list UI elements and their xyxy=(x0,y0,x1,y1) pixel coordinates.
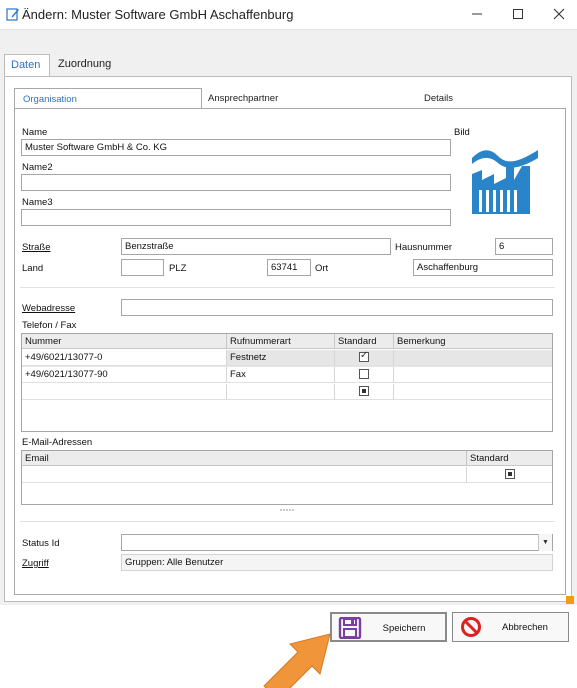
ort-field[interactable]: Aschaffenburg xyxy=(413,259,553,276)
cell-bemerkung[interactable] xyxy=(394,367,552,383)
standard-checkbox[interactable] xyxy=(359,386,369,396)
strasse-field[interactable]: Benzstraße xyxy=(121,238,391,255)
ort-label: Ort xyxy=(315,263,329,274)
table-row[interactable] xyxy=(22,467,552,484)
column-header-email[interactable]: Email xyxy=(22,451,467,466)
maximize-icon xyxy=(513,9,523,19)
separator xyxy=(20,521,555,522)
column-header-nummer[interactable]: Nummer xyxy=(22,334,227,349)
zugriff-label[interactable]: Zugriff xyxy=(22,558,49,569)
column-header-standard[interactable]: Standard xyxy=(467,451,552,466)
tab-ansprechpartner[interactable]: Ansprechpartner xyxy=(208,88,388,108)
standard-checkbox[interactable] xyxy=(505,469,515,479)
plz-label: PLZ xyxy=(169,263,187,274)
cancel-icon xyxy=(461,617,481,637)
cell-rufnummerart[interactable]: Fax xyxy=(227,367,335,383)
edit-icon xyxy=(6,8,19,21)
name-field[interactable]: Muster Software GmbH & Co. KG xyxy=(21,139,451,156)
standard-checkbox[interactable] xyxy=(359,369,369,379)
tab-zuordnung[interactable]: Zuordnung xyxy=(52,54,122,76)
maximize-button[interactable] xyxy=(500,2,536,26)
cell-standard[interactable] xyxy=(335,350,394,366)
save-icon xyxy=(338,617,362,639)
dropdown-button[interactable]: ▼ xyxy=(538,534,552,551)
name2-field[interactable] xyxy=(21,174,451,191)
webadresse-label[interactable]: Webadresse xyxy=(22,303,75,314)
strasse-label[interactable]: Straße xyxy=(22,242,51,253)
table-row[interactable] xyxy=(22,384,552,401)
land-field[interactable] xyxy=(121,259,164,276)
cell-nummer[interactable] xyxy=(22,384,227,400)
pointer-arrow-icon xyxy=(263,633,331,688)
cell-rufnummerart[interactable]: Festnetz xyxy=(227,350,335,366)
table-row[interactable]: +49/6021/13077-0 Festnetz xyxy=(22,350,552,367)
name3-field[interactable] xyxy=(21,209,451,226)
cell-bemerkung[interactable] xyxy=(394,350,552,366)
table-row[interactable]: +49/6021/13077-90 Fax xyxy=(22,367,552,384)
cancel-button-label: Abbrechen xyxy=(502,622,548,633)
status-label: Status Id xyxy=(22,538,60,549)
name2-label: Name2 xyxy=(22,162,53,173)
name3-label: Name3 xyxy=(22,197,53,208)
tab-organisation[interactable]: Organisation xyxy=(14,88,202,109)
resize-grip-icon[interactable] xyxy=(566,596,574,604)
cell-standard[interactable] xyxy=(467,467,552,483)
cell-nummer[interactable]: +49/6021/13077-0 xyxy=(22,350,227,366)
separator xyxy=(20,287,555,288)
splitter-grip-icon[interactable] xyxy=(280,508,294,512)
phone-table[interactable]: Nummer Rufnummerart Standard Bemerkung +… xyxy=(21,333,553,432)
status-dropdown[interactable] xyxy=(121,534,553,551)
land-label: Land xyxy=(22,263,44,274)
email-table-header: Email Standard xyxy=(22,451,552,466)
column-header-standard[interactable]: Standard xyxy=(335,334,394,349)
cell-nummer[interactable]: +49/6021/13077-90 xyxy=(22,367,227,383)
plz-field[interactable]: 63741 xyxy=(267,259,311,276)
name-label: Name xyxy=(22,127,48,138)
zugriff-field[interactable]: Gruppen: Alle Benutzer xyxy=(121,554,553,571)
cell-rufnummerart[interactable] xyxy=(227,384,335,400)
hausnummer-label: Hausnummer xyxy=(395,242,453,253)
standard-checkbox[interactable] xyxy=(359,350,369,362)
column-header-bemerkung[interactable]: Bemerkung xyxy=(394,334,552,349)
tab-daten[interactable]: Daten xyxy=(4,54,50,77)
cell-email[interactable] xyxy=(22,467,467,483)
email-label: E-Mail-Adressen xyxy=(22,437,93,448)
webadresse-field[interactable] xyxy=(121,299,553,316)
title-bar: Ändern: Muster Software GmbH Aschaffenbu… xyxy=(0,0,577,30)
email-table[interactable]: Email Standard xyxy=(21,450,553,505)
cancel-button[interactable]: Abbrechen xyxy=(452,612,569,642)
company-logo-image[interactable] xyxy=(468,146,542,216)
minimize-button[interactable] xyxy=(459,2,495,26)
bild-label: Bild xyxy=(454,127,470,138)
column-header-rufnummerart[interactable]: Rufnummerart xyxy=(227,334,335,349)
hausnummer-field[interactable]: 6 xyxy=(495,238,553,255)
cell-standard[interactable] xyxy=(335,367,394,383)
chevron-down-icon: ▼ xyxy=(542,539,549,546)
minimize-icon xyxy=(472,13,482,15)
close-button[interactable] xyxy=(541,2,577,26)
save-button-label: Speichern xyxy=(382,623,426,634)
tab-details-label: Details xyxy=(424,93,454,104)
window-title: Ändern: Muster Software GmbH Aschaffenbu… xyxy=(22,7,294,22)
inner-tab-strip: Organisation Ansprechpartner Details xyxy=(14,88,554,109)
telefon-label: Telefon / Fax xyxy=(22,320,77,331)
tab-details[interactable]: Details xyxy=(410,88,510,108)
phone-table-header: Nummer Rufnummerart Standard Bemerkung xyxy=(22,334,552,349)
cell-bemerkung[interactable] xyxy=(394,384,552,400)
save-button[interactable]: Speichern xyxy=(330,612,447,642)
tab-ansprechpartner-label: Ansprechpartner xyxy=(208,93,279,104)
close-icon xyxy=(553,8,565,20)
cell-standard[interactable] xyxy=(335,384,394,400)
